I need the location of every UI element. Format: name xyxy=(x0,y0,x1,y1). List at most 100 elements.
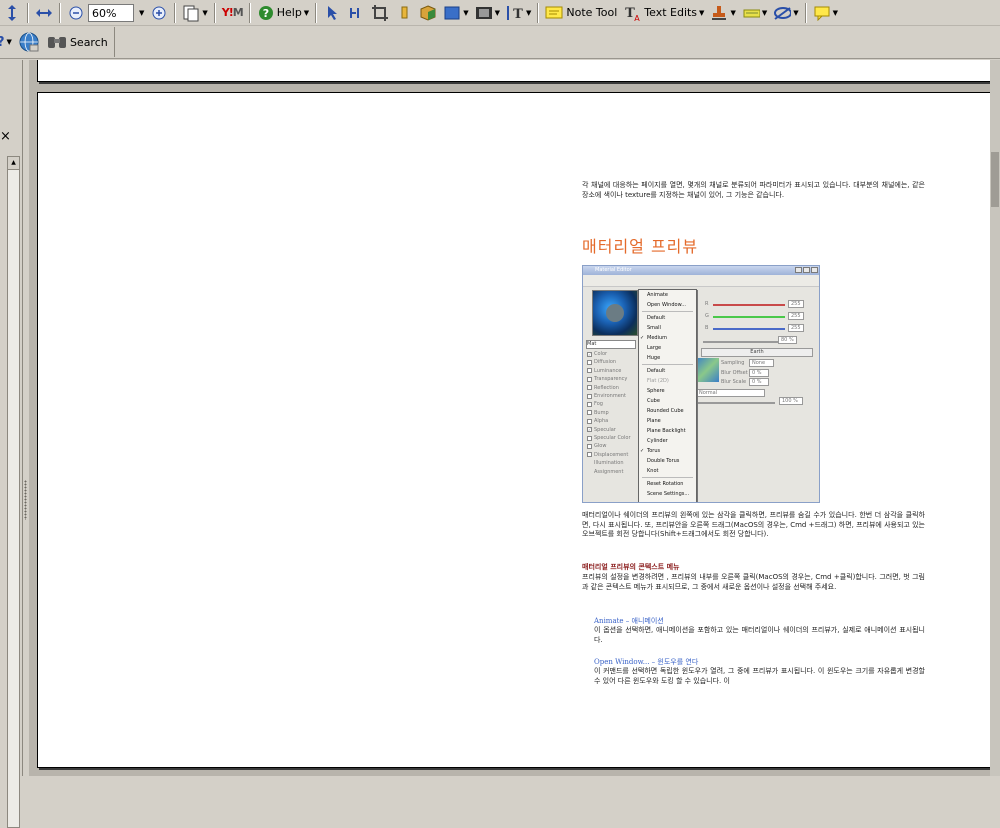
color-r-label: R xyxy=(705,301,709,307)
chevron-down-icon: ▼ xyxy=(832,8,838,17)
preview-paragraph: 매터리얼이나 쉐이더의 프리뷰의 왼쪽에 있는 삼각을 클릭하면, 프리뷰를 숨… xyxy=(582,511,925,539)
web-search-button[interactable] xyxy=(15,31,43,53)
chevron-down-icon: ▼ xyxy=(303,8,310,17)
highlight-tool-button[interactable]: ▼ xyxy=(739,2,770,24)
sampling-value: None xyxy=(749,359,775,367)
note-tool-button[interactable]: Note Tool xyxy=(542,2,620,24)
film-icon xyxy=(475,4,493,22)
channel-item: ✓ Specular xyxy=(587,426,618,435)
fit-height-icon xyxy=(3,4,21,22)
chevron-down-icon: ▼ xyxy=(793,8,799,17)
navigation-panel: × ▲ xyxy=(0,60,23,828)
fit-width-button[interactable] xyxy=(32,2,56,24)
brightness-value: 80 % xyxy=(778,336,797,344)
channel-label: Specular Color xyxy=(594,435,631,441)
maximize-icon xyxy=(803,267,810,273)
text-edits-button[interactable]: T A Text Edits ▼ xyxy=(620,2,707,24)
search-label: Search xyxy=(69,35,108,49)
attach-tool-button[interactable]: ▼ xyxy=(770,2,801,24)
color-g-slider xyxy=(713,316,785,318)
window-controls xyxy=(795,267,818,273)
channel-label: Luminance xyxy=(594,367,622,374)
context-menu-item: Small xyxy=(647,325,661,331)
animate-item-title: Animate – 애니메이션 xyxy=(594,617,664,625)
channel-item: Luminance xyxy=(587,367,623,376)
viewer-scrollbar[interactable] xyxy=(990,60,1000,776)
chevron-down-icon: ▼ xyxy=(463,8,469,17)
color-g-label: G xyxy=(705,313,709,319)
select-tool-button[interactable] xyxy=(320,2,344,24)
checkbox-icon xyxy=(587,368,592,374)
movie-tool-button[interactable]: ▼ xyxy=(472,2,503,24)
fit-height-button[interactable] xyxy=(0,2,24,24)
comment-tool-button[interactable]: ▼ xyxy=(810,2,841,24)
channel-label: Reflection xyxy=(594,384,619,391)
document-page: 각 채널에 대응하는 페이지를 열면, 몇개의 채널로 분류되어 파라미터가 표… xyxy=(37,92,991,768)
context-menu-item: Sphere xyxy=(647,388,665,394)
text-select-tool-button[interactable] xyxy=(344,2,368,24)
material-editor-toolbar xyxy=(583,275,819,287)
crop-tool-button[interactable] xyxy=(368,2,392,24)
channel-item: Transparency xyxy=(587,375,629,384)
scrollbar-thumb[interactable] xyxy=(991,152,999,207)
help-button[interactable]: ? Help ▼ xyxy=(254,2,312,24)
hand-tool-button[interactable] xyxy=(392,2,416,24)
checkbox-icon xyxy=(587,435,592,441)
help-question-button[interactable]: ?▼ xyxy=(0,31,15,53)
context-menu-item: Rounded Cube xyxy=(647,408,684,414)
panel-scrollbar[interactable]: ▲ xyxy=(7,156,20,828)
menu-separator xyxy=(642,311,693,312)
channel-item: Assignment xyxy=(587,468,625,477)
checkbox-icon xyxy=(587,410,592,416)
cube-icon xyxy=(419,4,437,22)
context-menu-item: Plane xyxy=(647,418,661,424)
color-b-value: 255 xyxy=(788,324,804,332)
page-layout-button[interactable]: ▼ xyxy=(179,2,210,24)
checkbox-icon xyxy=(587,385,592,391)
context-menu-item: Huge xyxy=(647,355,661,361)
chevron-down-icon: ▼ xyxy=(761,8,768,17)
zoom-input[interactable]: 60% xyxy=(88,3,134,22)
stamp-tool-button[interactable]: ▼ xyxy=(707,2,738,24)
context-menu-item: Medium xyxy=(639,333,696,343)
rectangle-icon xyxy=(443,4,461,22)
channel-label: Transparency xyxy=(594,376,628,383)
channel-item: Environment xyxy=(587,392,628,401)
channel-label: Color xyxy=(594,351,608,357)
zoom-in-button[interactable] xyxy=(147,2,171,24)
close-icon[interactable]: × xyxy=(0,130,11,143)
svg-text:?: ? xyxy=(263,7,269,20)
context-menu-item: Reset Rotation xyxy=(647,481,684,487)
toolbar-separator xyxy=(27,2,29,23)
mix-strength-value: 100 % xyxy=(779,397,803,405)
rectangle-tool-button[interactable]: ▼ xyxy=(440,2,471,24)
chevron-down-icon: ▼ xyxy=(494,8,500,17)
zoom-dropdown[interactable]: ▼ xyxy=(134,2,147,24)
channel-item: Specular Color xyxy=(587,434,633,443)
channel-item: Bump xyxy=(587,409,611,418)
binoculars-icon xyxy=(46,33,68,51)
context-menu-item: Open Window... xyxy=(647,302,686,308)
zoom-out-icon xyxy=(67,4,85,22)
scroll-up-arrow-icon[interactable]: ▲ xyxy=(8,157,19,170)
channel-label: Assignment xyxy=(594,468,624,475)
toolbar-separator xyxy=(537,2,540,23)
sampling-label: Sampling xyxy=(721,360,745,366)
blur-scale-value: 0 % xyxy=(749,378,769,386)
text-field-tool-button[interactable]: T ▼ xyxy=(503,2,534,24)
object-tool-button[interactable] xyxy=(416,2,440,24)
channel-item: Displacement xyxy=(587,451,630,460)
chevron-down-icon: ▼ xyxy=(699,8,705,17)
zoom-out-button[interactable] xyxy=(64,2,88,24)
minimize-icon xyxy=(795,267,802,273)
search-button[interactable]: Search xyxy=(43,27,115,57)
previous-page xyxy=(37,60,991,82)
note-icon xyxy=(545,4,563,22)
yahoo-button[interactable]: Y!M xyxy=(219,2,246,24)
svg-text:T: T xyxy=(513,7,523,22)
material-editor-titlebar: Material Editor xyxy=(583,266,819,275)
context-menu-item: Knot xyxy=(647,468,659,474)
help-label: Help xyxy=(276,6,302,19)
color-b-label: B xyxy=(705,325,709,331)
toolbar-secondary: ?▼ Search xyxy=(0,26,1000,59)
